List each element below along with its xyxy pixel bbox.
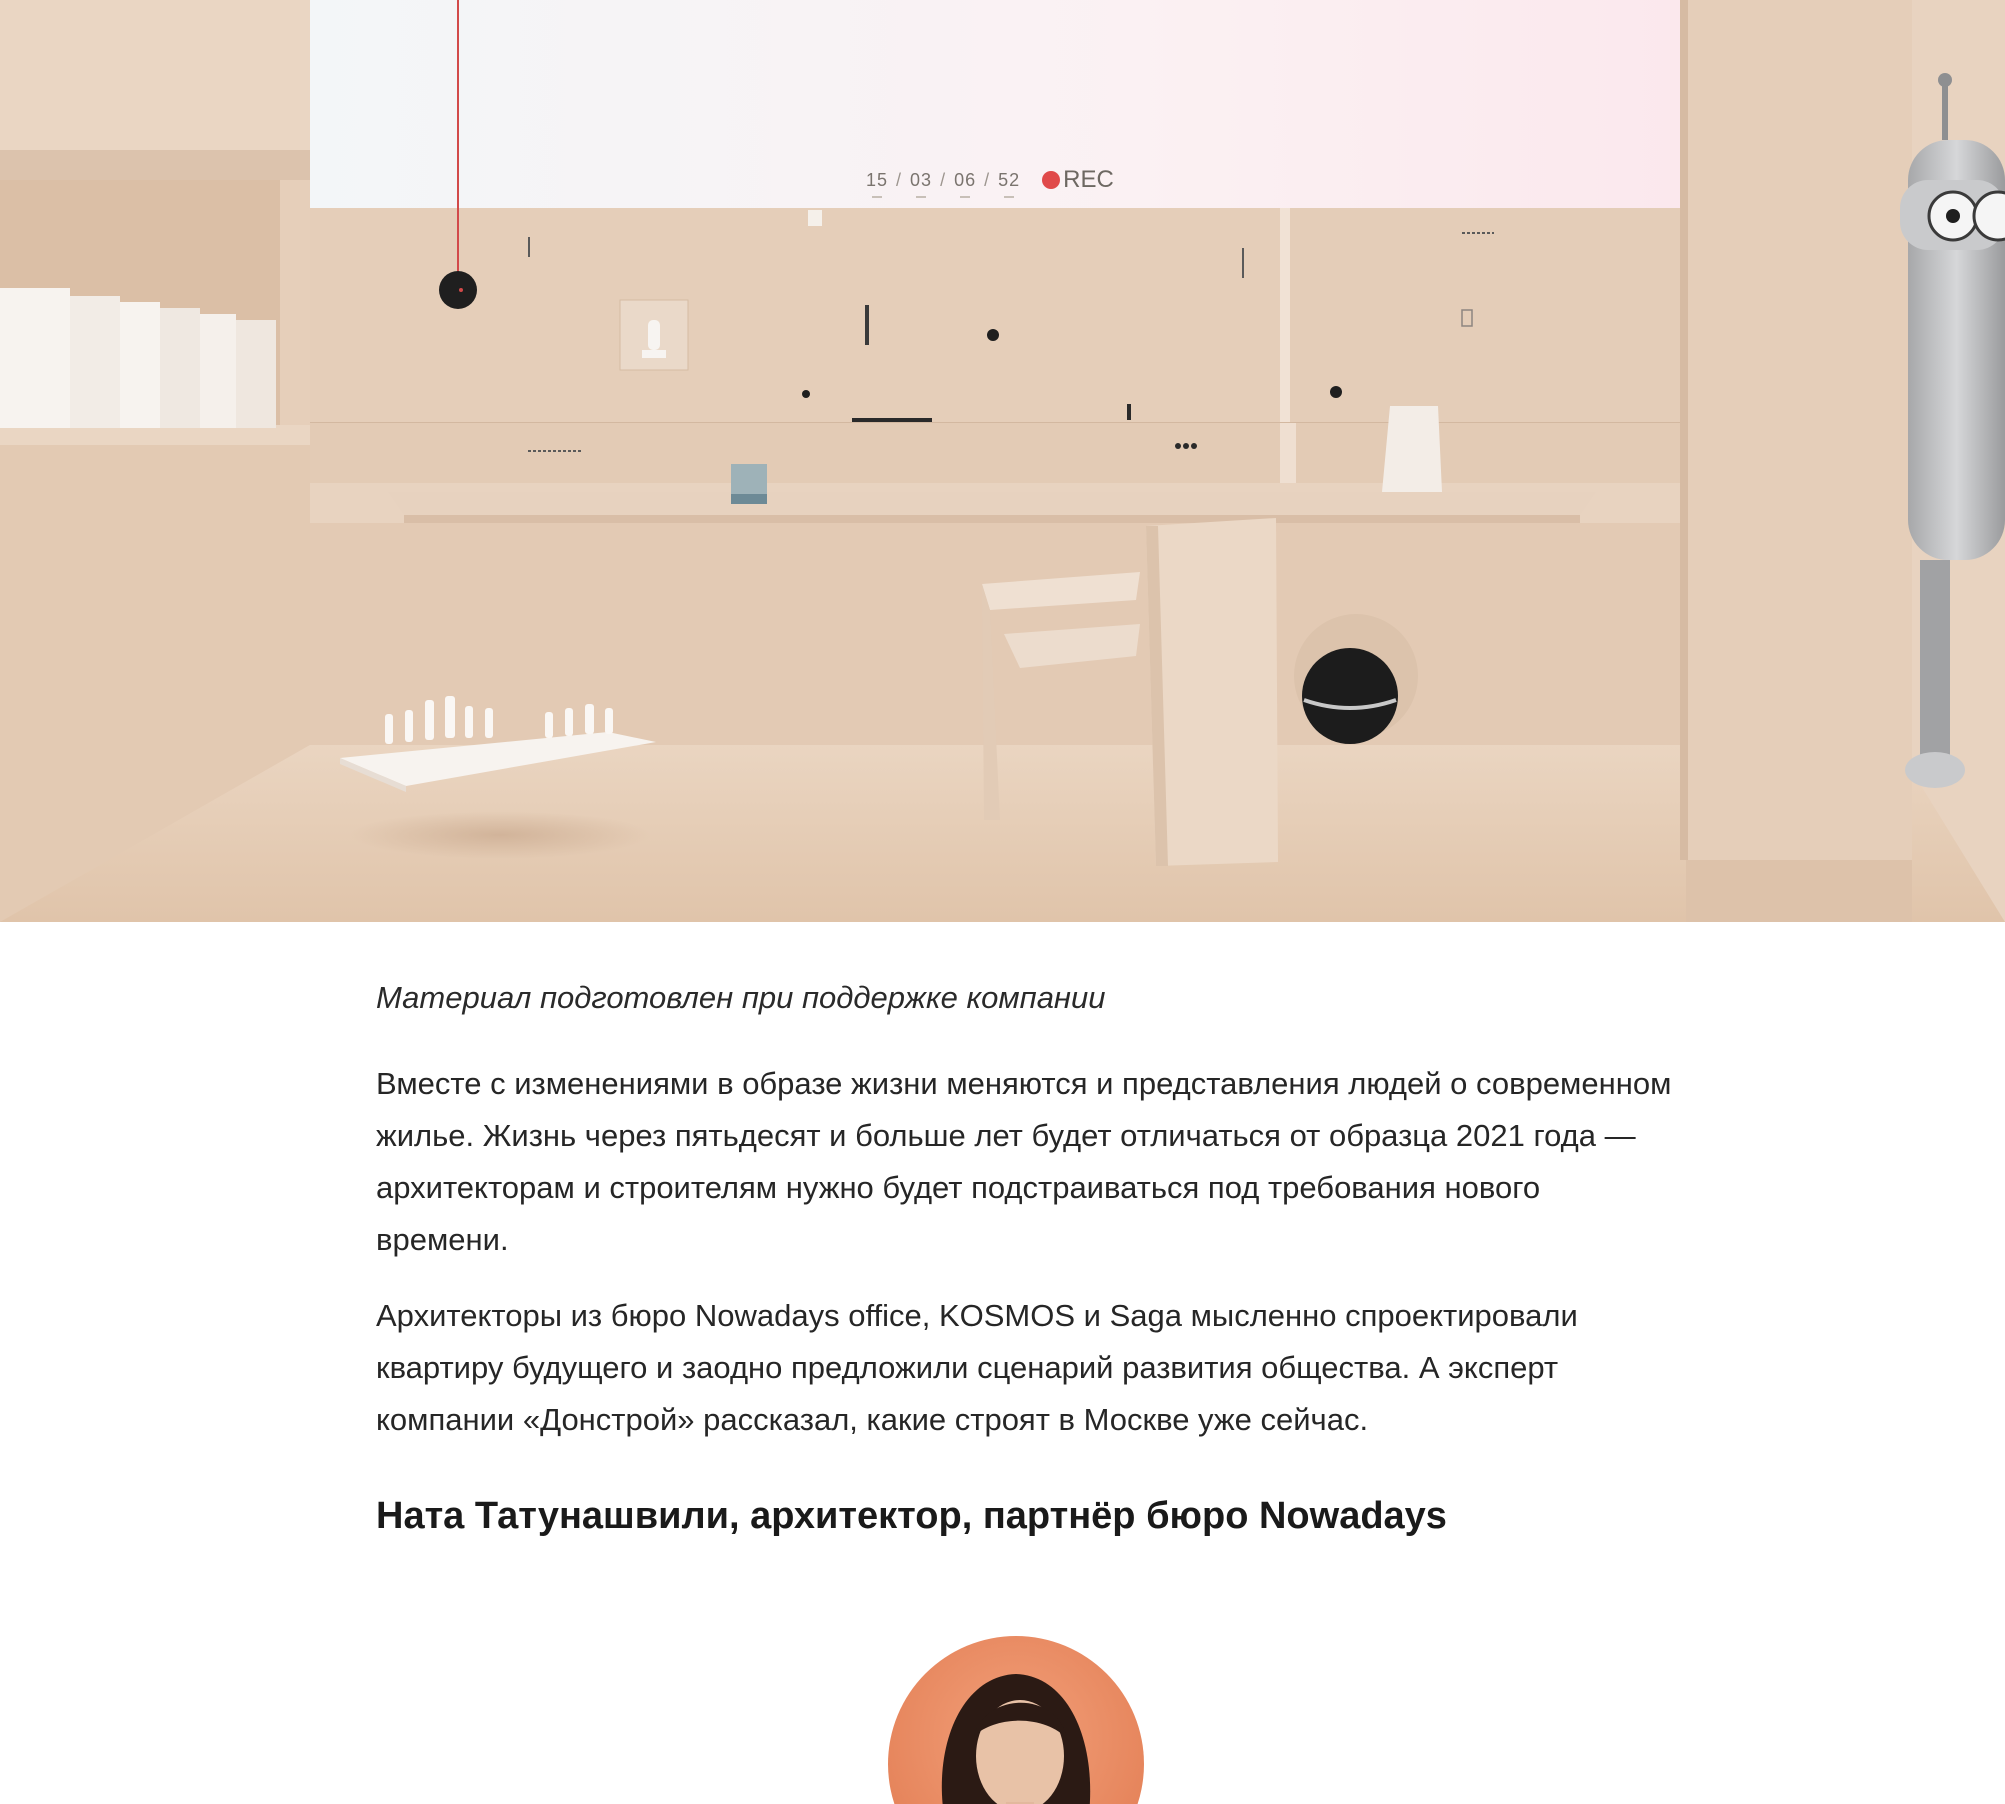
rec-indicator: REC xyxy=(1042,166,1114,194)
rec-label: REC xyxy=(1063,166,1114,193)
recording-hud: 15 / 03 / 06 / 52 REC xyxy=(866,164,1114,198)
expert-avatar xyxy=(888,1636,1144,1804)
hud-separator: / xyxy=(984,169,991,190)
hud-separator: / xyxy=(940,169,947,190)
hud-value-3: 06 xyxy=(954,169,977,198)
hud-separator: / xyxy=(896,169,903,190)
hud-value-1: 15 xyxy=(866,169,889,198)
expert-heading: Ната Татунашвили, архитектор, партнёр бю… xyxy=(376,1495,1447,1537)
article-body: Материал подготовлен при поддержке компа… xyxy=(376,972,1676,1542)
article-paragraph: Архитекторы из бюро Nowadays office, KOS… xyxy=(376,1298,1578,1437)
future-room-render xyxy=(0,0,2005,922)
expert-portrait-image xyxy=(888,1636,1144,1804)
article-paragraph: Вместе с изменениями в образе жизни меня… xyxy=(376,1066,1672,1257)
article-page: 15 / 03 / 06 / 52 REC Материал подготовл… xyxy=(0,0,2005,1804)
hud-value-2: 03 xyxy=(910,169,933,198)
sponsor-note: Материал подготовлен при поддержке компа… xyxy=(376,980,1106,1015)
hud-value-4: 52 xyxy=(998,169,1021,198)
rec-dot-icon xyxy=(1042,171,1061,189)
hero-illustration: 15 / 03 / 06 / 52 REC xyxy=(0,0,2005,922)
